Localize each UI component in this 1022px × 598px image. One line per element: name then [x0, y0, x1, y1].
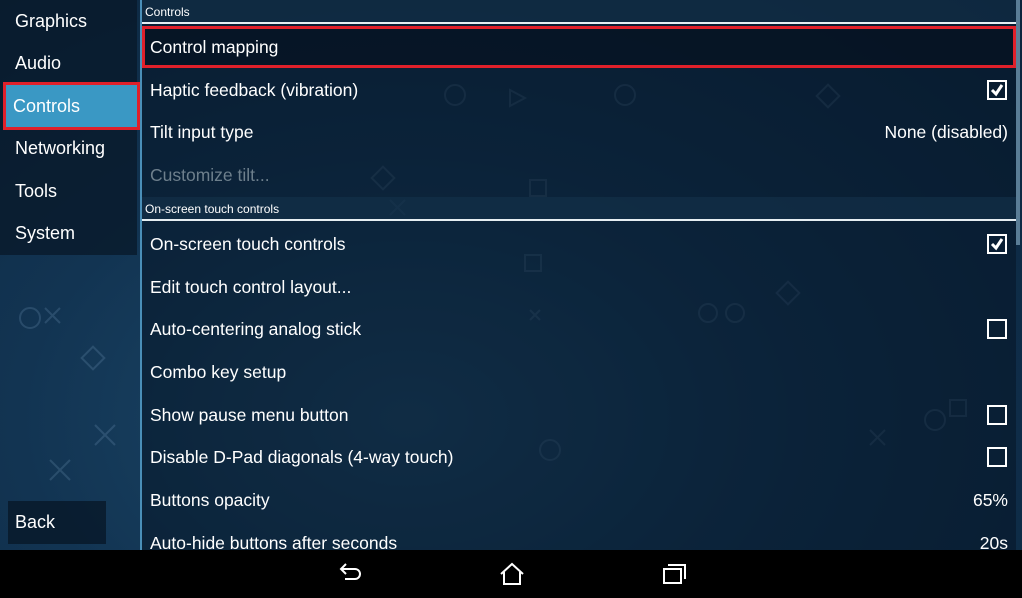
sidebar-item-graphics[interactable]: Graphics	[8, 0, 137, 42]
item-label: Control mapping	[150, 37, 279, 57]
haptic-feedback-item[interactable]: Haptic feedback (vibration)	[142, 69, 1016, 111]
item-value: None (disabled)	[884, 122, 1008, 142]
auto-centering-item[interactable]: Auto-centering analog stick	[142, 308, 1016, 350]
recent-apps-icon[interactable]	[660, 560, 688, 593]
item-label: Auto-centering analog stick	[150, 319, 362, 339]
item-label: Tilt input type	[150, 122, 254, 142]
disable-dpad-diagonals-item[interactable]: Disable D-Pad diagonals (4-way touch)	[142, 436, 1016, 478]
settings-list: Controls Control mapping Haptic feedback…	[140, 0, 1018, 550]
item-label: Customize tilt...	[150, 165, 270, 185]
item-value: 20s	[979, 533, 1008, 550]
show-pause-menu-item[interactable]: Show pause menu button	[142, 394, 1016, 436]
auto-hide-buttons-item[interactable]: Auto-hide buttons after seconds 20s	[142, 522, 1016, 550]
section-header: On-screen touch controls	[142, 197, 1018, 221]
back-icon[interactable]	[336, 560, 364, 593]
on-screen-touch-controls-item[interactable]: On-screen touch controls	[142, 223, 1016, 265]
checkbox-unchecked[interactable]	[987, 319, 1007, 339]
sidebar-item-controls[interactable]: Controls	[3, 82, 140, 130]
checkbox-unchecked[interactable]	[987, 405, 1007, 425]
scrollbar[interactable]	[1016, 0, 1020, 245]
item-label: Disable D-Pad diagonals (4-way touch)	[150, 447, 454, 467]
checkbox-checked[interactable]	[987, 80, 1007, 100]
control-mapping-item[interactable]: Control mapping	[142, 26, 1016, 68]
checkbox-checked[interactable]	[987, 234, 1007, 254]
sidebar-item-tools[interactable]: Tools	[8, 170, 137, 212]
item-label: Edit touch control layout...	[150, 277, 352, 297]
item-label: Combo key setup	[150, 362, 287, 382]
customize-tilt-item: Customize tilt...	[142, 154, 1016, 196]
sidebar-item-networking[interactable]: Networking	[8, 127, 137, 169]
back-button[interactable]: Back	[8, 501, 106, 544]
section-header: Controls	[142, 0, 1018, 24]
item-value: 65%	[972, 490, 1008, 510]
item-label: Haptic feedback (vibration)	[150, 80, 359, 100]
sidebar-item-system[interactable]: System	[8, 212, 137, 254]
item-label: Show pause menu button	[150, 405, 349, 425]
checkbox-unchecked[interactable]	[987, 447, 1007, 467]
checkmark-icon	[990, 84, 1004, 97]
home-icon[interactable]	[498, 560, 526, 593]
combo-key-setup-item[interactable]: Combo key setup	[142, 351, 1016, 393]
tilt-input-type-item[interactable]: Tilt input type None (disabled)	[142, 111, 1016, 153]
item-label: On-screen touch controls	[150, 234, 346, 254]
android-navbar	[0, 550, 1022, 598]
edit-touch-layout-item[interactable]: Edit touch control layout...	[142, 266, 1016, 308]
buttons-opacity-item[interactable]: Buttons opacity 65%	[142, 479, 1016, 521]
checkmark-icon	[990, 238, 1004, 251]
sidebar-item-audio[interactable]: Audio	[8, 42, 137, 84]
item-label: Buttons opacity	[150, 490, 270, 510]
item-label: Auto-hide buttons after seconds	[150, 533, 398, 550]
